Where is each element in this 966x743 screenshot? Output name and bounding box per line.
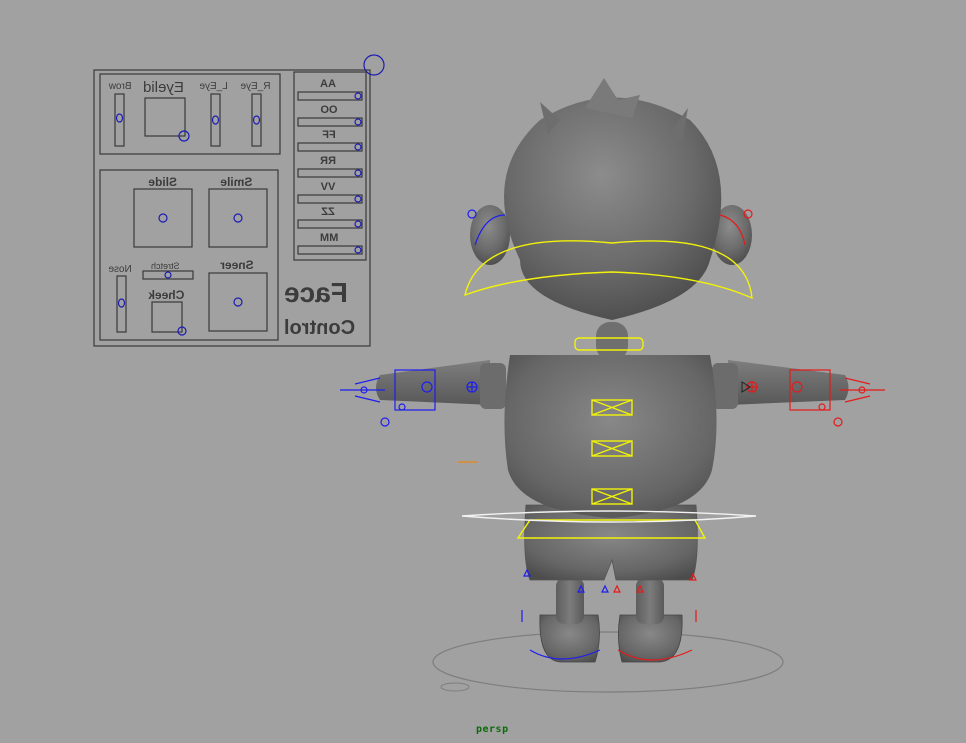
- phoneme-zz-slider: [297, 219, 363, 229]
- label-smile: Smile: [220, 175, 252, 189]
- character-mesh[interactable]: [376, 78, 849, 693]
- perspective-viewport[interactable]: Brow Eyelid L_Eye R_Eye Slide Smile Nose…: [0, 0, 966, 743]
- face-control-title: Face: [284, 277, 348, 308]
- label-sneer: Sneer: [220, 258, 254, 272]
- floor-marker-icon: [440, 682, 470, 692]
- label-nose: Nose: [108, 264, 132, 275]
- smile-pad: [208, 188, 268, 248]
- left-leg: [556, 578, 584, 624]
- left-pole-vector-icon: [380, 417, 390, 427]
- eyelid-pad: [144, 97, 186, 137]
- slide-pad: [133, 188, 193, 248]
- phoneme-aa-slider: [297, 91, 363, 101]
- phoneme-ff-knob[interactable]: [354, 143, 362, 151]
- phoneme-label-oo: OO: [320, 104, 338, 116]
- floor-ground-circle[interactable]: [432, 631, 784, 693]
- camera-label: persp: [476, 724, 509, 735]
- phoneme-rr-slider: [297, 168, 363, 178]
- left-sleeve-cuff: [480, 363, 506, 409]
- label-slide: Slide: [148, 175, 177, 189]
- label-stretch: Stretch: [151, 261, 180, 271]
- label-cheek: Cheek: [148, 288, 184, 302]
- phoneme-oo[interactable]: OO: [297, 104, 363, 127]
- mouth-section-frame: [99, 169, 279, 341]
- brow-slider-knob[interactable]: [115, 113, 124, 123]
- phoneme-label-ff: FF: [322, 129, 336, 141]
- label-eyelid: Eyelid: [143, 79, 184, 96]
- phoneme-label-mm: MM: [320, 232, 338, 244]
- phoneme-aa[interactable]: AA: [297, 78, 363, 101]
- l-eye-slider-knob[interactable]: [211, 115, 220, 125]
- phoneme-oo-slider: [297, 117, 363, 127]
- label-l-eye: L_Eye: [199, 81, 228, 92]
- r-eye-slider-knob[interactable]: [252, 115, 261, 125]
- phoneme-vv[interactable]: VV: [297, 181, 363, 204]
- cheek-pad: [151, 301, 183, 333]
- phoneme-rr[interactable]: RR: [297, 155, 363, 178]
- phoneme-aa-knob[interactable]: [354, 92, 362, 100]
- phoneme-label-rr: RR: [320, 155, 336, 167]
- phoneme-mm[interactable]: MM: [297, 232, 363, 255]
- face-control-subtitle: Control: [284, 317, 355, 339]
- nose-slider-knob[interactable]: [117, 298, 126, 308]
- label-brow: Brow: [108, 81, 132, 92]
- head: [504, 97, 722, 320]
- phoneme-label-zz: ZZ: [321, 206, 335, 218]
- phoneme-label-aa: AA: [320, 78, 336, 90]
- phoneme-mm-slider: [297, 245, 363, 255]
- phoneme-vv-slider: [297, 194, 363, 204]
- left-ear-pivot-icon[interactable]: [467, 209, 477, 219]
- sneer-knob[interactable]: [233, 297, 243, 307]
- phoneme-label-vv: VV: [320, 181, 335, 193]
- face-control-root-circle-icon[interactable]: [363, 54, 385, 76]
- phoneme-ff[interactable]: FF: [297, 129, 363, 152]
- phoneme-ff-slider: [297, 142, 363, 152]
- phoneme-mm-knob[interactable]: [354, 246, 362, 254]
- right-pole-vector-icon: [833, 417, 843, 427]
- stretch-slider-knob[interactable]: [164, 271, 172, 279]
- phoneme-oo-knob[interactable]: [354, 118, 362, 126]
- phoneme-zz[interactable]: ZZ: [297, 206, 363, 229]
- label-r-eye: R_Eye: [240, 81, 270, 92]
- face-control-panel[interactable]: Brow Eyelid L_Eye R_Eye Slide Smile Nose…: [93, 54, 385, 347]
- right-leg: [636, 578, 664, 624]
- phoneme-zz-knob[interactable]: [354, 220, 362, 228]
- phoneme-vv-knob[interactable]: [354, 195, 362, 203]
- phoneme-rr-knob[interactable]: [354, 169, 362, 177]
- smile-knob[interactable]: [233, 213, 243, 223]
- slide-knob[interactable]: [158, 213, 168, 223]
- sneer-pad: [208, 272, 268, 332]
- neck: [596, 322, 628, 360]
- torso: [504, 355, 717, 518]
